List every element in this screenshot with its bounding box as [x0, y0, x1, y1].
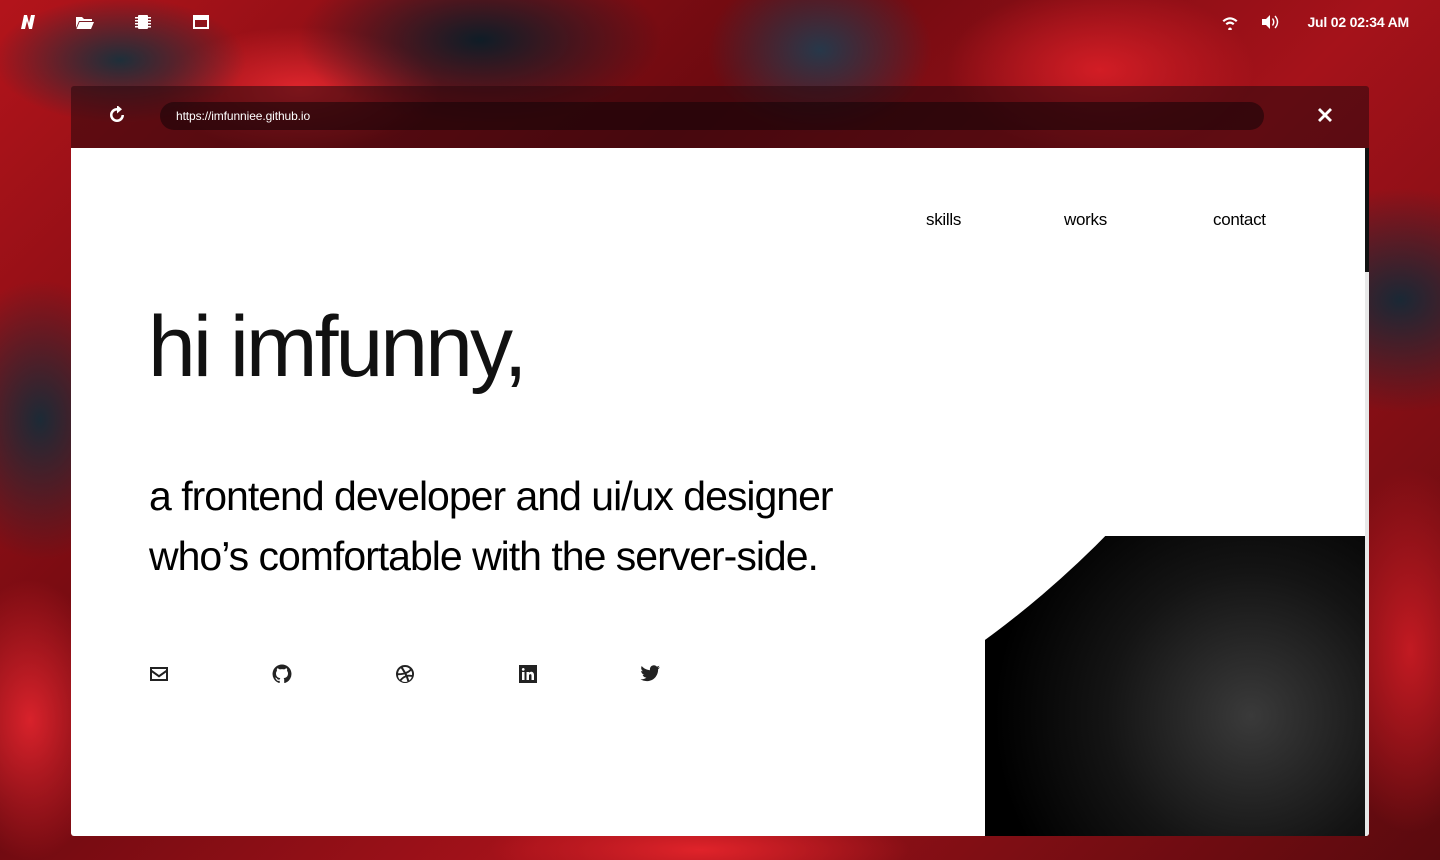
- chip-icon[interactable]: [133, 12, 153, 32]
- url-text: https://imfunniee.github.io: [176, 109, 311, 123]
- nav-link-works[interactable]: works: [1064, 210, 1107, 230]
- tagline-line-1: a frontend developer and ui/ux designer: [149, 473, 834, 519]
- close-icon[interactable]: [1315, 105, 1335, 125]
- url-bar[interactable]: https://imfunniee.github.io: [160, 102, 1264, 130]
- wifi-icon[interactable]: [1220, 12, 1240, 32]
- logo-n-icon[interactable]: [18, 12, 38, 32]
- mail-icon[interactable]: [148, 663, 170, 685]
- window-icon[interactable]: [191, 12, 211, 32]
- top-bar: Jul 02 02:34 AM: [0, 0, 1440, 44]
- twitter-icon[interactable]: [639, 663, 661, 685]
- dribbble-icon[interactable]: [394, 663, 416, 685]
- reload-icon[interactable]: [107, 105, 127, 125]
- nav-link-skills[interactable]: skills: [926, 210, 961, 230]
- scrollbar-thumb[interactable]: [1365, 148, 1369, 272]
- tagline: a frontend developer and ui/ux designer …: [149, 466, 1029, 586]
- clock: Jul 02 02:34 AM: [1307, 14, 1409, 30]
- folder-icon[interactable]: [75, 12, 95, 32]
- browser-toolbar: https://imfunniee.github.io: [71, 86, 1369, 148]
- web-page: skills works contact hi imfunny, a front…: [71, 148, 1369, 836]
- nav-link-contact[interactable]: contact: [1213, 210, 1266, 230]
- linkedin-icon[interactable]: [517, 663, 539, 685]
- hero-heading: hi imfunny,: [148, 299, 527, 395]
- tagline-line-2: who’s comfortable with the server-side.: [149, 533, 819, 579]
- volume-icon[interactable]: [1260, 12, 1280, 32]
- browser-window: https://imfunniee.github.io skills works…: [71, 86, 1369, 836]
- github-icon[interactable]: [271, 663, 293, 685]
